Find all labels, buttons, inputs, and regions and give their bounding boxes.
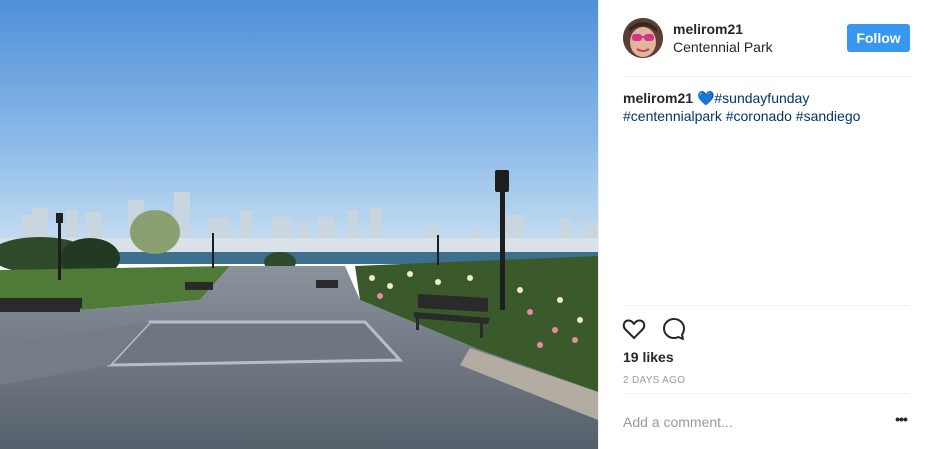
speech-bubble-icon[interactable] — [661, 316, 687, 342]
ellipsis-icon[interactable]: ••• — [891, 412, 911, 430]
post-timestamp[interactable]: 2 DAYS AGO — [623, 375, 685, 386]
post-caption: melirom21 💙#sundayfunday #centennialpark… — [623, 89, 913, 125]
photo-scene — [0, 0, 598, 449]
post-photo[interactable] — [0, 0, 598, 449]
avatar[interactable] — [623, 18, 663, 58]
heart-outline-icon[interactable] — [621, 316, 647, 342]
caption-username[interactable]: melirom21 — [623, 90, 693, 106]
post-sidebar: melirom21 Centennial Park Follow melirom… — [598, 0, 933, 449]
comment-input[interactable] — [623, 412, 873, 432]
author-username[interactable]: melirom21 — [673, 21, 743, 37]
comment-divider — [623, 393, 910, 394]
avatar-image — [623, 18, 663, 58]
post-header: melirom21 Centennial Park Follow — [599, 0, 933, 77]
author-location[interactable]: Centennial Park — [673, 39, 773, 55]
header-divider — [623, 76, 910, 77]
like-count[interactable]: 19 likes — [623, 349, 674, 365]
follow-button[interactable]: Follow — [847, 24, 910, 52]
actions-divider — [623, 305, 910, 306]
hashtag-line-2[interactable]: #centennialpark #coronado #sandiego — [623, 108, 860, 124]
blue-heart-emoji: 💙 — [696, 90, 715, 106]
hashtag-line-1[interactable]: #sundayfunday — [714, 90, 809, 106]
